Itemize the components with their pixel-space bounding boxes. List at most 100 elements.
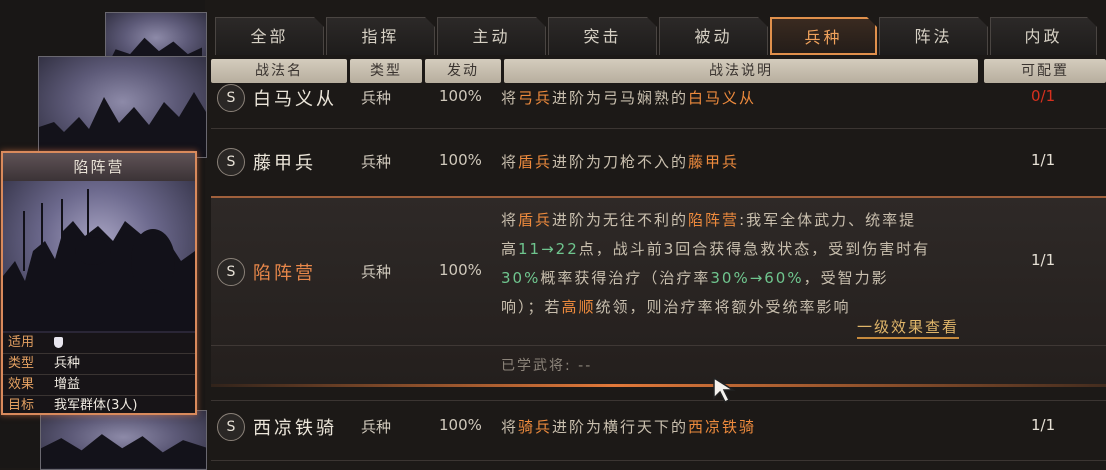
description-text: 统领，则治疗率将额外受统率影响 (595, 298, 851, 316)
tactic-type: 兵种 (361, 89, 392, 107)
tactic-name: 西凉铁骑 (253, 418, 337, 439)
value-text: 30%→60% (710, 269, 804, 287)
tab-passive[interactable]: 被动 (659, 17, 768, 55)
highlighted-term: 骑兵 (518, 418, 553, 436)
prop-value: 兵种 (54, 356, 81, 371)
tab-active[interactable]: 主动 (437, 17, 546, 55)
trigger-rate: 100% (439, 261, 482, 279)
description-line: 30%概率获得治疗（治疗率30%→60%，受智力影 (501, 264, 981, 293)
row-divider (211, 128, 1106, 129)
table-row-expanded[interactable]: S 陷阵营 兵种 100% 将盾兵进阶为无往不利的陷阵营:我军全体武力、统率提 … (211, 196, 1106, 387)
s-rank-badge: S (217, 148, 245, 176)
row-divider (211, 400, 1106, 401)
description-text: 概率获得治疗（治疗率 (540, 269, 711, 287)
tactic-name: 白马义从 (253, 89, 337, 110)
trigger-rate: 100% (439, 416, 482, 434)
category-tabs: 全部 指挥 主动 突击 被动 兵种 阵法 内政 (215, 17, 1099, 55)
general-card-stack: 陷阵营 适用 类型 兵种 效果 增益 目标 我军群体(3人) (0, 0, 207, 470)
highlighted-term: 白马义从 (688, 89, 757, 107)
highlighted-term: 盾兵 (518, 211, 553, 229)
value-text: 11→22 (518, 240, 579, 258)
description-text: 进阶为刀枪不入的 (552, 153, 689, 171)
highlighted-term: 弓兵 (518, 89, 553, 107)
tactic-name: 藤甲兵 (253, 153, 316, 174)
shield-icon (54, 337, 63, 348)
tactic-description: 将骑兵进阶为横行天下的西凉铁骑 (501, 416, 756, 437)
tab-formation[interactable]: 阵法 (879, 17, 988, 55)
card-properties: 适用 类型 兵种 效果 增益 目标 我军群体(3人) (3, 333, 195, 413)
highlighted-term: 盾兵 (518, 153, 553, 171)
learned-generals: 已学武将: -- (501, 358, 593, 374)
description-text: 将 (501, 153, 519, 171)
tab-assault[interactable]: 突击 (548, 17, 657, 55)
prop-key: 类型 (8, 356, 35, 371)
tactic-art-image (3, 181, 195, 331)
table-row[interactable]: S 藤甲兵 兵种 100% 将盾兵进阶为刀枪不入的藤甲兵 1/1 (211, 148, 1106, 178)
description-text: ，受智力影 (803, 269, 889, 287)
description-text: 高 (501, 240, 519, 258)
tab-troop[interactable]: 兵种 (770, 17, 877, 55)
highlighted-term: 陷阵营 (688, 211, 740, 229)
row-divider (211, 345, 1106, 346)
tab-all[interactable]: 全部 (215, 17, 324, 55)
tactic-type: 兵种 (361, 153, 392, 171)
prop-row: 类型 兵种 (3, 354, 195, 375)
prop-value (54, 333, 63, 353)
description-line: 将盾兵进阶为无往不利的陷阵营:我军全体武力、统率提 (501, 206, 981, 235)
tactic-description: 将弓兵进阶为弓马娴熟的白马义从 (501, 87, 756, 108)
prop-row: 目标 我军群体(3人) (3, 396, 195, 413)
col-trigger[interactable]: 发动 (425, 59, 501, 83)
description-text: 将 (501, 211, 519, 229)
prop-value: 我军群体(3人) (54, 398, 138, 413)
description-text: 进阶为横行天下的 (552, 418, 689, 436)
tactic-description: 将盾兵进阶为刀枪不入的藤甲兵 (501, 151, 739, 172)
row-divider (211, 460, 1106, 461)
tab-command[interactable]: 指挥 (326, 17, 435, 55)
prop-key: 效果 (8, 377, 35, 392)
description-text: :我军全体武力、统率提 (739, 211, 917, 229)
col-type[interactable]: 类型 (350, 59, 422, 83)
s-rank-badge: S (217, 84, 245, 112)
prop-row: 效果 增益 (3, 375, 195, 396)
highlighted-term: 西凉铁骑 (688, 418, 757, 436)
tab-internal[interactable]: 内政 (990, 17, 1097, 55)
description-text: 响）；若 (501, 298, 562, 316)
config-count: 1/1 (1031, 416, 1056, 434)
config-count: 1/1 (1031, 151, 1056, 169)
prop-key: 适用 (8, 335, 35, 350)
s-rank-badge: S (217, 413, 245, 441)
tactic-type: 兵种 (361, 263, 392, 281)
description-text: 将 (501, 418, 519, 436)
card-title: 陷阵营 (3, 153, 195, 182)
table-row[interactable]: S 白马义从 兵种 100% 将弓兵进阶为弓马娴熟的白马义从 0/1 (211, 84, 1106, 114)
description-line: 高11→22点，战斗前3回合获得急救状态，受到伤害时有 (501, 235, 981, 264)
general-card[interactable] (40, 410, 207, 470)
config-count: 0/1 (1031, 87, 1056, 105)
description-text: 点，战斗前3回合获得急救状态，受到伤害时有 (578, 240, 931, 258)
table-row[interactable]: S 西凉铁骑 兵种 100% 将骑兵进阶为横行天下的西凉铁骑 1/1 (211, 413, 1106, 443)
soldier-silhouette-image (3, 189, 195, 331)
col-description: 战法说明 (504, 59, 978, 83)
prop-key: 目标 (8, 398, 35, 413)
mouse-cursor-icon (713, 376, 736, 404)
prop-row: 适用 (3, 333, 195, 354)
col-configurable[interactable]: 可配置 (984, 59, 1106, 83)
trigger-rate: 100% (439, 87, 482, 105)
prop-value: 增益 (54, 377, 81, 392)
silhouette-image (39, 92, 206, 157)
description-text: 将 (501, 89, 519, 107)
s-rank-badge: S (217, 258, 245, 286)
silhouette-image (41, 434, 206, 469)
highlighted-term: 藤甲兵 (688, 153, 740, 171)
col-name[interactable]: 战法名 (211, 59, 347, 83)
highlighted-term: 高顺 (561, 298, 596, 316)
general-card[interactable] (38, 56, 207, 158)
description-text: 进阶为弓马娴熟的 (552, 89, 689, 107)
trigger-rate: 100% (439, 151, 482, 169)
description-text: 进阶为无往不利的 (552, 211, 689, 229)
selected-tactic-card[interactable]: 陷阵营 适用 类型 兵种 效果 增益 目标 我军群体(3人) (1, 151, 197, 415)
level-one-effect-link[interactable]: 一级效果查看 (857, 316, 960, 339)
tactic-type: 兵种 (361, 418, 392, 436)
config-count: 1/1 (1031, 251, 1056, 269)
tactic-name: 陷阵营 (253, 263, 316, 284)
